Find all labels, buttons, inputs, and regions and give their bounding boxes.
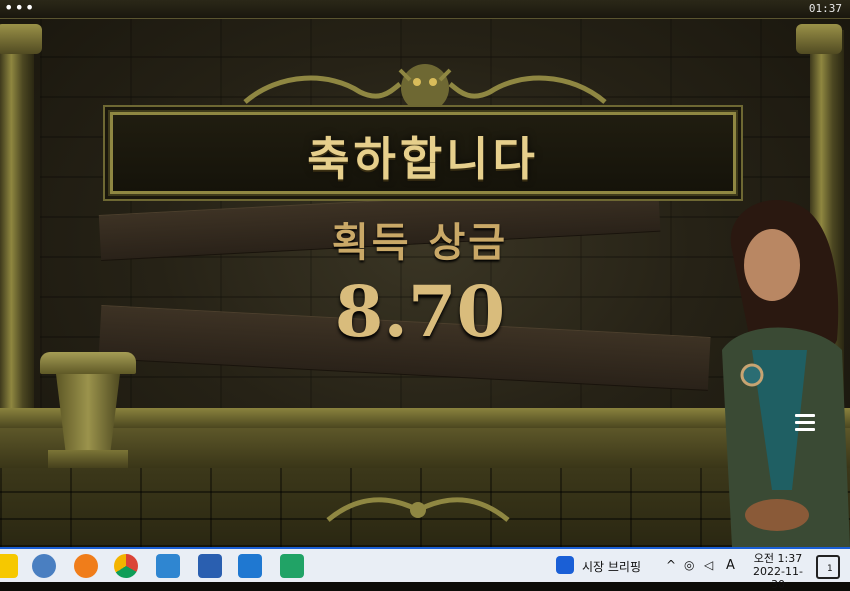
left-pillar-cap <box>0 24 42 54</box>
hamburger-menu-icon[interactable] <box>795 414 815 432</box>
win-title: 축하합니다 <box>307 132 539 186</box>
chevron-up-icon[interactable]: ^ <box>666 558 676 572</box>
chrome-icon[interactable] <box>114 554 138 578</box>
system-time: 오전 1:37 <box>753 552 803 565</box>
game-clock: 01:37 <box>808 2 842 15</box>
slot-game-view: 축하합니다 획득 상금 8.70 ••• 01:37 <box>0 0 850 547</box>
notification-icon[interactable]: 1 <box>816 555 840 579</box>
market-briefing-label[interactable]: 시장 브리핑 <box>582 558 641 575</box>
windows-taskbar: 시장 브리핑 ^ ◎ ◁ A 오전 1:37 2022-11-30 1 <box>0 547 850 591</box>
stone-urn <box>40 352 136 468</box>
file-explorer-icon[interactable] <box>32 554 56 578</box>
menu-dots[interactable]: ••• <box>4 0 35 17</box>
system-clock[interactable]: 오전 1:37 2022-11-30 <box>748 552 808 591</box>
gargoyle-ornament <box>243 64 607 112</box>
system-date: 2022-11-30 <box>753 565 803 591</box>
right-pillar-cap <box>796 24 842 54</box>
game-top-bar: ••• 01:37 <box>0 0 850 19</box>
ime-indicator[interactable]: A <box>726 558 735 573</box>
floor-ornament <box>326 497 510 522</box>
excel-icon[interactable] <box>280 554 304 578</box>
download-icon[interactable] <box>198 554 222 578</box>
congrats-banner: 축하합니다 <box>108 110 738 196</box>
volume-icon[interactable]: ◁ <box>704 558 713 572</box>
news-icon[interactable] <box>556 556 574 574</box>
kakaotalk-icon[interactable] <box>0 554 18 578</box>
network-icon[interactable]: ◎ <box>684 558 694 572</box>
photos-icon[interactable] <box>238 554 262 578</box>
butterfly-app-icon[interactable] <box>156 554 180 578</box>
adventurer-character <box>722 199 850 547</box>
steam-style-icon[interactable] <box>74 554 98 578</box>
notification-count: 1 <box>827 564 833 574</box>
